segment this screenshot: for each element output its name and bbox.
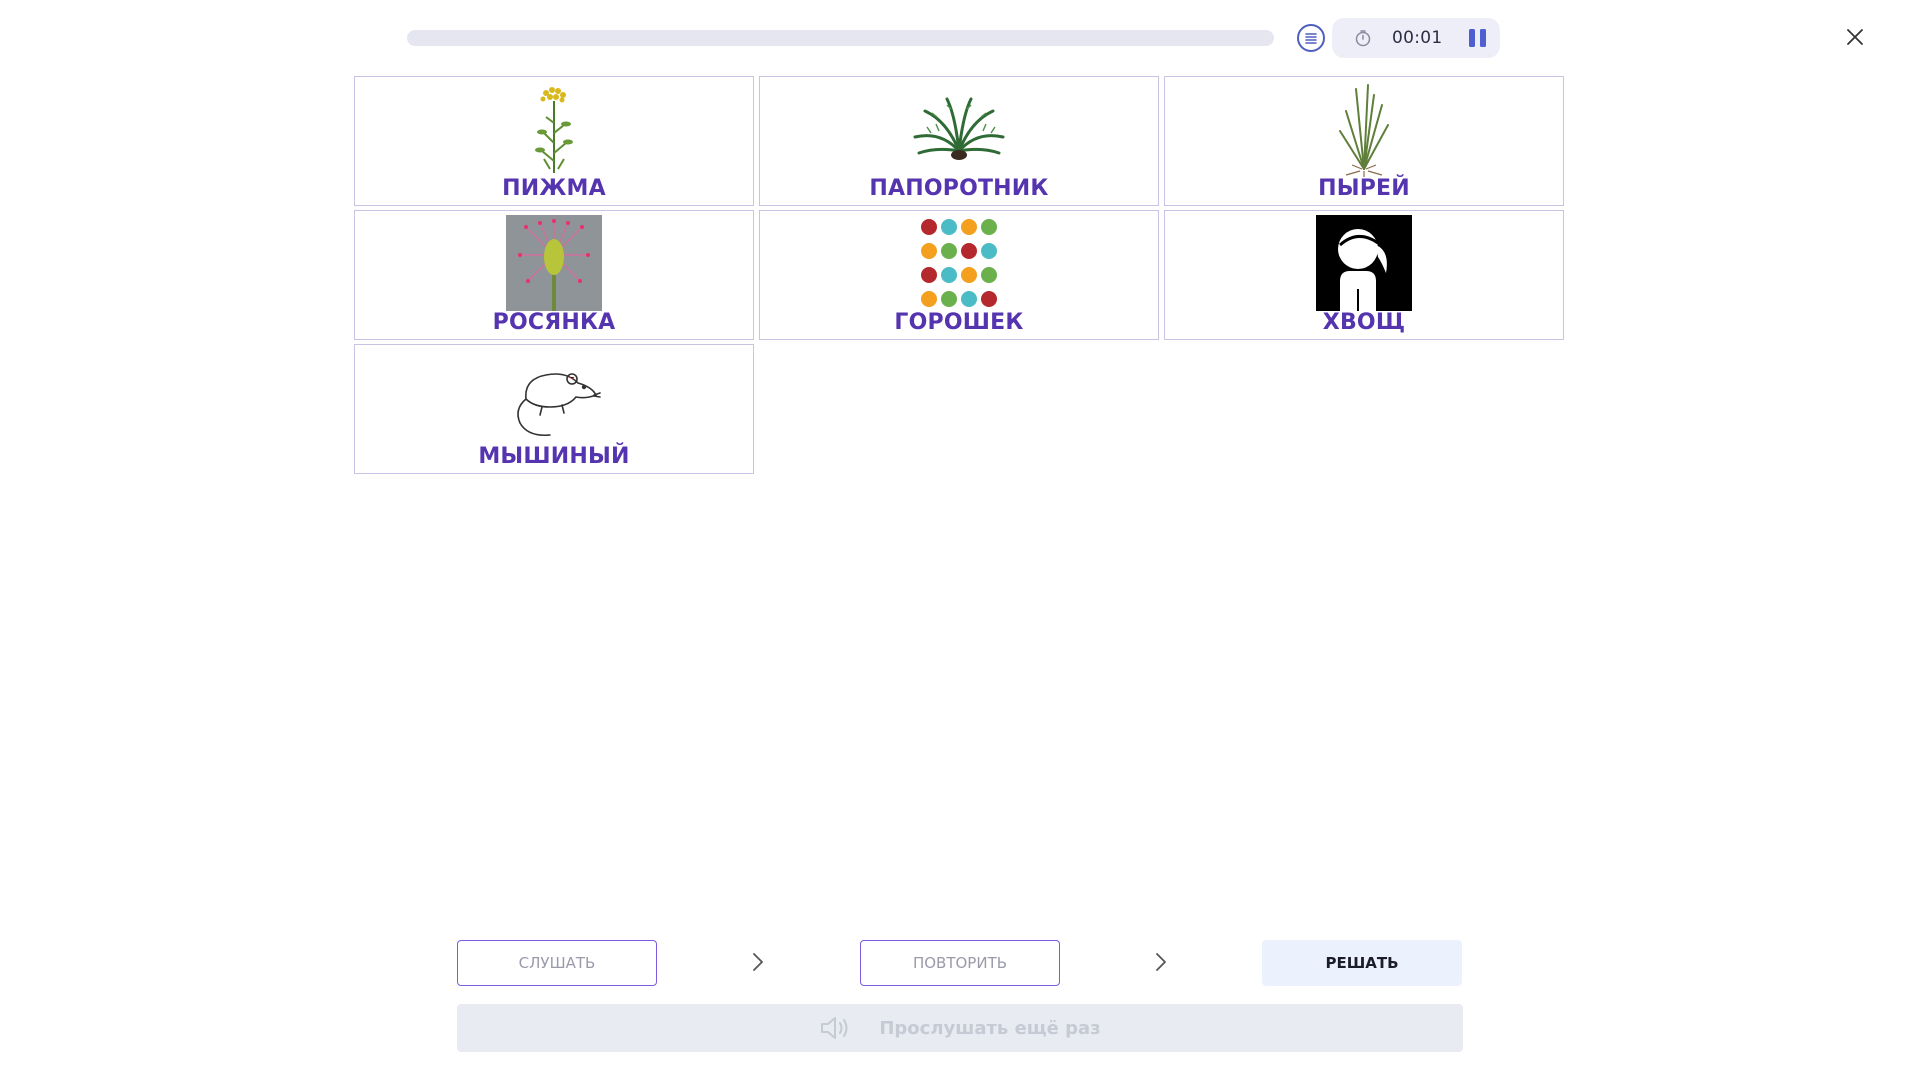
word-card-fern[interactable]: ПАПОРОТНИК	[759, 76, 1159, 206]
card-label: ПАПОРОТНИК	[869, 176, 1049, 201]
pause-button[interactable]	[1468, 29, 1487, 47]
word-card-polka-dot[interactable]: ГОРОШЕК	[759, 210, 1159, 340]
pause-icon-bar-left	[1468, 29, 1475, 47]
timer-value: 00:01	[1392, 28, 1443, 48]
word-card-mouse[interactable]: МЫШИНЫЙ	[354, 344, 754, 474]
couch-grass-icon	[1339, 84, 1389, 177]
card-label: ГОРОШЕК	[894, 310, 1024, 335]
chevron-right-icon	[753, 953, 763, 971]
close-icon	[1847, 29, 1863, 45]
card-label: РОСЯНКА	[492, 310, 616, 335]
menu-list-button[interactable]	[1297, 24, 1325, 52]
ponytail-girl-icon	[1316, 215, 1412, 311]
speaker-icon	[821, 1017, 848, 1039]
pause-icon-bar-right	[1479, 29, 1486, 47]
repeat-button[interactable]: ПОВТОРИТЬ	[860, 940, 1060, 986]
sundew-plant-icon	[506, 215, 602, 311]
word-card-sundew[interactable]: РОСЯНКА	[354, 210, 754, 340]
stopwatch-icon	[1355, 30, 1371, 47]
card-label: ПИЖМА	[502, 176, 606, 201]
polka-dots-icon	[921, 219, 997, 307]
chevron-right-icon	[1156, 953, 1166, 971]
list-icon	[1305, 33, 1317, 44]
listen-button[interactable]: СЛУШАТЬ	[457, 940, 657, 986]
listen-again-label: Прослушать ещё раз	[879, 1017, 1101, 1039]
word-card-ponytail[interactable]: ХВОЩ	[1164, 210, 1564, 340]
close-button[interactable]	[1842, 24, 1868, 50]
progress-bar	[407, 30, 1274, 46]
solve-button[interactable]: РЕШАТЬ	[1262, 940, 1462, 986]
card-label: МЫШИНЫЙ	[478, 444, 630, 469]
word-card-tansy[interactable]: ПИЖМА	[354, 76, 754, 206]
tansy-plant-icon	[535, 87, 573, 173]
listen-again-button[interactable]: Прослушать ещё раз	[457, 1004, 1463, 1052]
timer-panel: 00:01	[1332, 18, 1500, 58]
mouse-drawing-icon	[517, 373, 601, 437]
word-card-couch-grass[interactable]: ПЫРЕЙ	[1164, 76, 1564, 206]
card-label: ХВОЩ	[1322, 310, 1406, 335]
fern-icon	[913, 97, 1005, 160]
card-label: ПЫРЕЙ	[1318, 176, 1410, 201]
